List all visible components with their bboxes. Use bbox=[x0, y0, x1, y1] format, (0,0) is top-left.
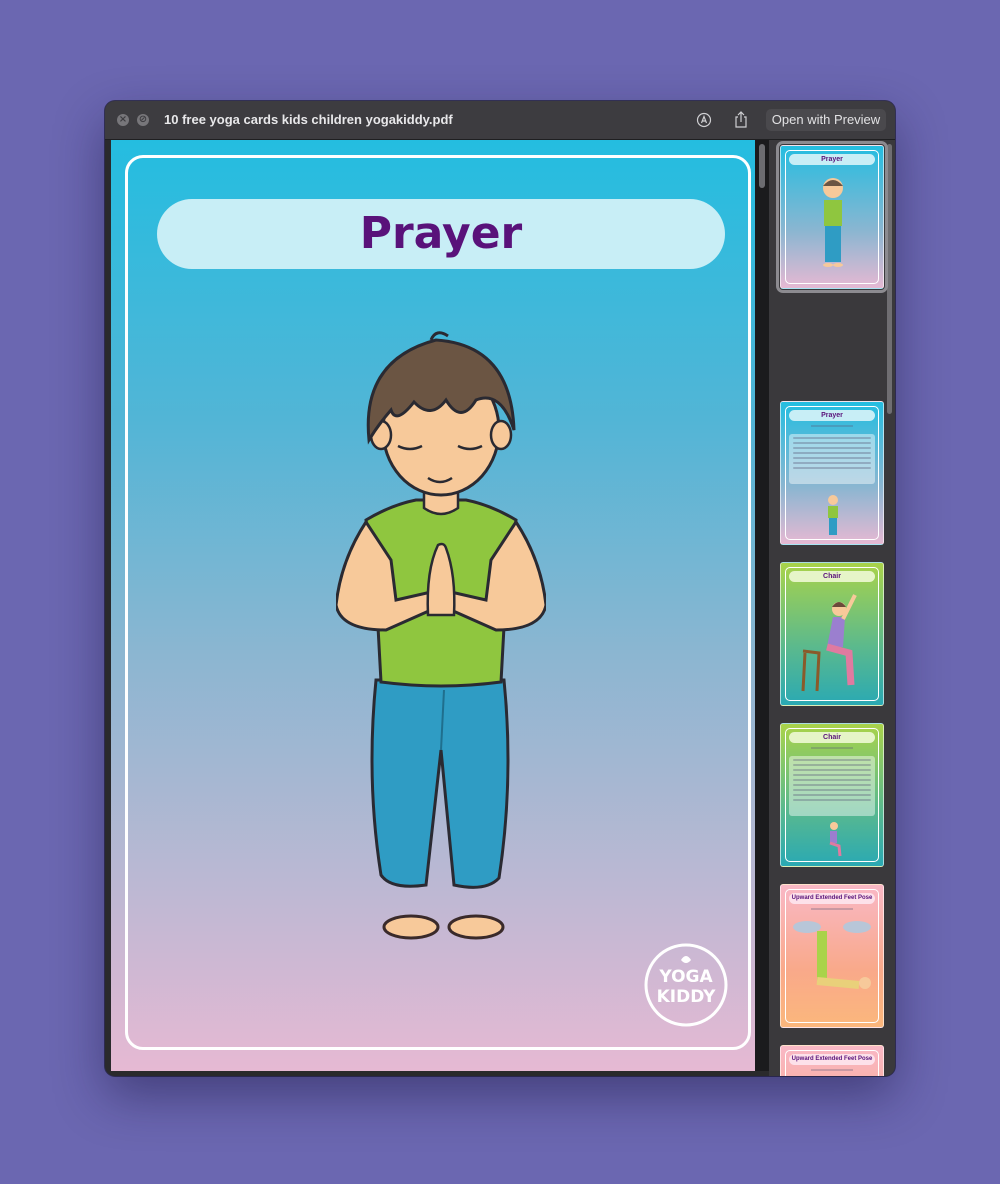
minimize-icon[interactable]: ⊘ bbox=[137, 114, 149, 126]
sidebar-scrollbar[interactable] bbox=[887, 144, 892, 414]
svg-text:YOGA: YOGA bbox=[658, 967, 713, 987]
share-icon[interactable] bbox=[731, 110, 751, 130]
card-title: Prayer bbox=[359, 208, 523, 259]
close-icon[interactable]: × bbox=[117, 114, 129, 126]
thumbnail-page-4[interactable]: Chair bbox=[780, 723, 884, 867]
thumbnail-sidebar[interactable]: Prayer Prayer Chair Chair Upward Extende… bbox=[769, 140, 895, 1076]
thumbnail-title: Upward Extended Feet Pose bbox=[789, 893, 875, 904]
title-bar: × ⊘ 10 free yoga cards kids children yog… bbox=[105, 101, 895, 140]
svg-text:KIDDY: KIDDY bbox=[657, 987, 716, 1007]
thumbnail-page-5[interactable]: Upward Extended Feet Pose bbox=[780, 884, 884, 1028]
thumbnail-page-1[interactable]: Prayer bbox=[776, 141, 888, 293]
thumbnail-page-3[interactable]: Chair bbox=[780, 562, 884, 706]
card-title-banner: Prayer bbox=[157, 199, 725, 269]
yogakiddy-logo: YOGA KIDDY bbox=[644, 943, 728, 1027]
page-scrollbar[interactable] bbox=[755, 140, 769, 1071]
prayer-pose-illustration bbox=[336, 331, 546, 940]
thumbnail-title: Prayer bbox=[789, 154, 875, 165]
thumbnail-page-6[interactable]: Upward Extended Feet Pose bbox=[780, 1045, 884, 1076]
thumbnail-title: Prayer bbox=[789, 410, 875, 421]
thumbnail-title: Chair bbox=[789, 571, 875, 582]
document-title: 10 free yoga cards kids children yogakid… bbox=[164, 112, 453, 127]
thumbnail-page-2[interactable]: Prayer bbox=[780, 401, 884, 545]
markup-icon[interactable] bbox=[694, 110, 714, 130]
thumbnail-title: Upward Extended Feet Pose bbox=[789, 1054, 875, 1065]
page-view[interactable]: Prayer YOGA KIDDY bbox=[111, 140, 755, 1071]
open-with-preview-button[interactable]: Open with Preview bbox=[766, 109, 886, 131]
page-scrollbar-thumb[interactable] bbox=[759, 144, 765, 188]
thumbnail-title: Chair bbox=[789, 732, 875, 743]
preview-window: × ⊘ 10 free yoga cards kids children yog… bbox=[105, 101, 895, 1076]
